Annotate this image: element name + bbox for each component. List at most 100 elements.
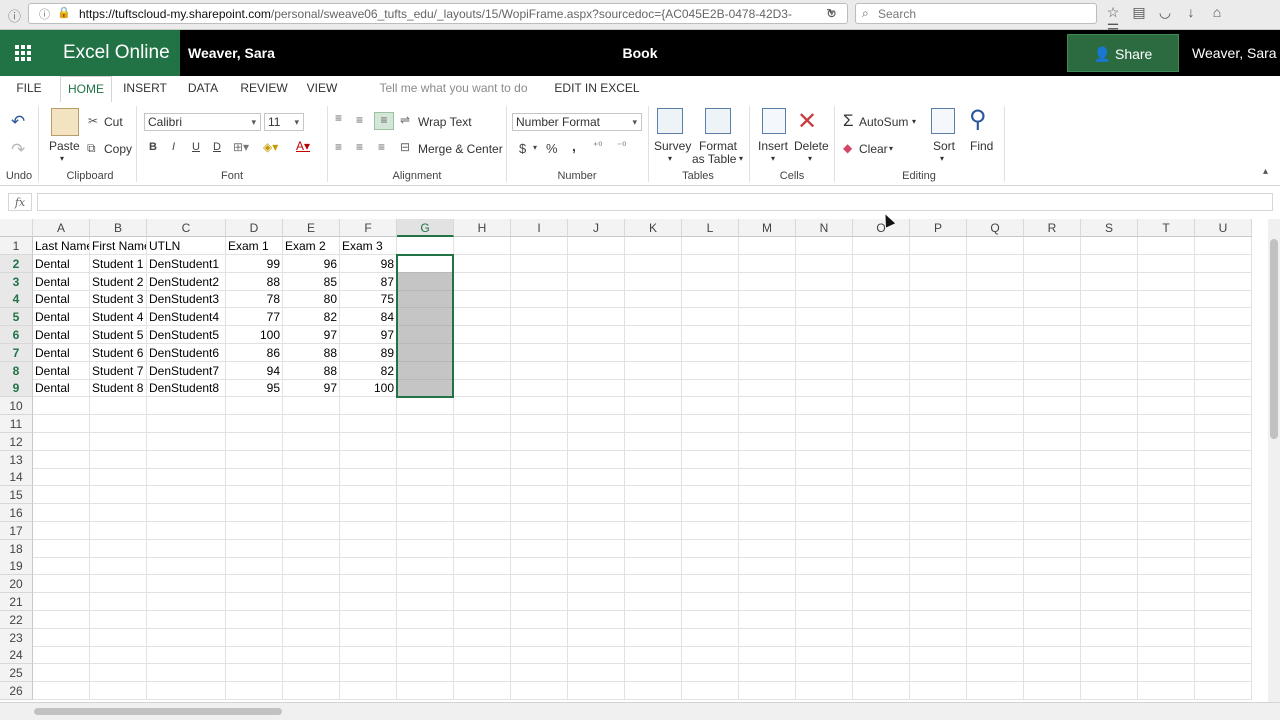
cell-i22[interactable] bbox=[511, 610, 568, 629]
row-header-4[interactable]: 4 bbox=[0, 290, 33, 309]
cell-m21[interactable] bbox=[739, 593, 796, 611]
cell-m18[interactable] bbox=[739, 539, 796, 558]
cell-c1[interactable]: UTLN bbox=[147, 237, 226, 255]
cell-p5[interactable] bbox=[910, 308, 967, 327]
cell-o8[interactable] bbox=[853, 361, 910, 380]
cell-t23[interactable] bbox=[1138, 628, 1195, 647]
cell-e13[interactable] bbox=[283, 450, 340, 469]
cell-c7[interactable]: DenStudent6 bbox=[147, 343, 226, 362]
cell-n23[interactable] bbox=[796, 628, 853, 647]
font-size-dropdown[interactable]: 11 ▾ bbox=[264, 113, 304, 131]
cell-q6[interactable] bbox=[967, 326, 1024, 344]
chevron-down-icon[interactable]: ▾ bbox=[668, 154, 672, 163]
cell-l6[interactable] bbox=[682, 326, 739, 344]
row-header-11[interactable]: 11 bbox=[0, 415, 33, 433]
cell-b6[interactable]: Student 5 bbox=[90, 326, 147, 344]
cell-r17[interactable] bbox=[1024, 521, 1081, 540]
cell-l21[interactable] bbox=[682, 593, 739, 611]
cell-q14[interactable] bbox=[967, 468, 1024, 487]
cell-q10[interactable] bbox=[967, 397, 1024, 416]
fill-color-icon[interactable]: ◈▾ bbox=[263, 140, 278, 154]
cell-j14[interactable] bbox=[568, 468, 625, 487]
cell-i26[interactable] bbox=[511, 682, 568, 700]
chevron-down-icon[interactable]: ▾ bbox=[533, 143, 537, 152]
row-header-21[interactable]: 21 bbox=[0, 593, 33, 611]
cell-s23[interactable] bbox=[1081, 628, 1138, 647]
cell-i15[interactable] bbox=[511, 486, 568, 505]
cell-s19[interactable] bbox=[1081, 557, 1138, 576]
cell-p18[interactable] bbox=[910, 539, 967, 558]
cell-c6[interactable]: DenStudent5 bbox=[147, 326, 226, 344]
column-header-n[interactable]: N bbox=[796, 219, 853, 237]
cell-t16[interactable] bbox=[1138, 504, 1195, 522]
autosum-button[interactable]: AutoSum bbox=[859, 115, 908, 129]
cell-i6[interactable] bbox=[511, 326, 568, 344]
cell-u20[interactable] bbox=[1195, 575, 1252, 594]
cell-j23[interactable] bbox=[568, 628, 625, 647]
cell-t26[interactable] bbox=[1138, 682, 1195, 700]
cell-f9[interactable]: 100 bbox=[340, 379, 397, 398]
cell-p4[interactable] bbox=[910, 290, 967, 309]
cell-h14[interactable] bbox=[454, 468, 511, 487]
cell-d11[interactable] bbox=[226, 415, 283, 433]
paste-button[interactable]: Paste bbox=[49, 139, 80, 153]
cell-i2[interactable] bbox=[511, 254, 568, 273]
cell-n9[interactable] bbox=[796, 379, 853, 398]
chevron-down-icon[interactable]: ▾ bbox=[940, 154, 944, 163]
cell-i20[interactable] bbox=[511, 575, 568, 594]
cell-o7[interactable] bbox=[853, 343, 910, 362]
cell-k6[interactable] bbox=[625, 326, 682, 344]
cell-l10[interactable] bbox=[682, 397, 739, 416]
cell-t22[interactable] bbox=[1138, 610, 1195, 629]
cell-k19[interactable] bbox=[625, 557, 682, 576]
cell-b15[interactable] bbox=[90, 486, 147, 505]
sort-icon[interactable] bbox=[931, 108, 955, 134]
cell-a10[interactable] bbox=[33, 397, 90, 416]
cell-n5[interactable] bbox=[796, 308, 853, 327]
column-header-e[interactable]: E bbox=[283, 219, 340, 237]
cell-a18[interactable] bbox=[33, 539, 90, 558]
cell-j4[interactable] bbox=[568, 290, 625, 309]
cell-f1[interactable]: Exam 3 bbox=[340, 237, 397, 255]
cell-t4[interactable] bbox=[1138, 290, 1195, 309]
cell-h3[interactable] bbox=[454, 272, 511, 291]
cell-d16[interactable] bbox=[226, 504, 283, 522]
cell-d12[interactable] bbox=[226, 432, 283, 451]
cell-g22[interactable] bbox=[397, 610, 454, 629]
spreadsheet-grid[interactable]: A B C D E F G H I J K L M N O P Q R S T U 1 Last Name First Nam… bbox=[0, 219, 1268, 702]
horizontal-scrollbar[interactable] bbox=[0, 702, 1280, 720]
row-header-7[interactable]: 7 bbox=[0, 343, 33, 362]
percent-button[interactable]: % bbox=[546, 141, 558, 156]
cell-a15[interactable] bbox=[33, 486, 90, 505]
cell-r11[interactable] bbox=[1024, 415, 1081, 433]
row-header-9[interactable]: 9 bbox=[0, 379, 33, 398]
cell-o21[interactable] bbox=[853, 593, 910, 611]
cell-a21[interactable] bbox=[33, 593, 90, 611]
decrease-decimal-icon[interactable]: ⁻⁰ bbox=[617, 141, 626, 152]
cell-m25[interactable] bbox=[739, 664, 796, 683]
cell-d22[interactable] bbox=[226, 610, 283, 629]
cell-n17[interactable] bbox=[796, 521, 853, 540]
cell-f6[interactable]: 97 bbox=[340, 326, 397, 344]
cell-p1[interactable] bbox=[910, 237, 967, 255]
column-header-g[interactable]: G bbox=[397, 219, 454, 237]
cell-b3[interactable]: Student 2 bbox=[90, 272, 147, 291]
cell-o26[interactable] bbox=[853, 682, 910, 700]
cell-q17[interactable] bbox=[967, 521, 1024, 540]
cell-b18[interactable] bbox=[90, 539, 147, 558]
cell-g21[interactable] bbox=[397, 593, 454, 611]
cell-f16[interactable] bbox=[340, 504, 397, 522]
cell-h11[interactable] bbox=[454, 415, 511, 433]
cell-d2[interactable]: 99 bbox=[226, 254, 283, 273]
cell-o5[interactable] bbox=[853, 308, 910, 327]
cell-n3[interactable] bbox=[796, 272, 853, 291]
cell-h15[interactable] bbox=[454, 486, 511, 505]
cell-r22[interactable] bbox=[1024, 610, 1081, 629]
cell-n14[interactable] bbox=[796, 468, 853, 487]
cell-k18[interactable] bbox=[625, 539, 682, 558]
cell-c21[interactable] bbox=[147, 593, 226, 611]
cell-d24[interactable] bbox=[226, 646, 283, 665]
cell-o20[interactable] bbox=[853, 575, 910, 594]
column-header-o[interactable]: O bbox=[853, 219, 910, 237]
cell-j16[interactable] bbox=[568, 504, 625, 522]
